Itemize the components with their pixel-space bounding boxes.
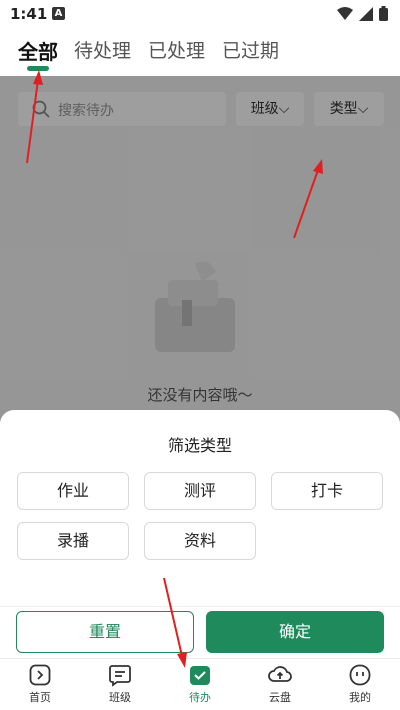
class-icon	[109, 665, 131, 687]
type-option-recording[interactable]: 录播	[17, 522, 129, 560]
bottom-navigation: 首页 班级 待办 云盘 我的	[0, 658, 400, 710]
nav-profile[interactable]: 我的	[330, 663, 390, 705]
tab-bar: 全部 待处理 已处理 已过期	[0, 28, 400, 76]
tab-pending[interactable]: 待处理	[74, 36, 131, 63]
active-tab-indicator	[27, 66, 49, 71]
tab-all[interactable]: 全部	[18, 36, 58, 65]
tab-expired[interactable]: 已过期	[222, 36, 279, 63]
nav-profile-label: 我的	[349, 691, 371, 704]
type-option-material[interactable]: 资料	[144, 522, 256, 560]
notification-icon: A	[52, 7, 65, 20]
signal-icon	[359, 6, 373, 21]
wifi-icon	[337, 6, 353, 20]
nav-cloud-label: 云盘	[269, 691, 291, 704]
sheet-divider	[0, 606, 400, 607]
nav-todo-label: 待办	[189, 691, 211, 704]
nav-home[interactable]: 首页	[10, 663, 70, 705]
tab-processed[interactable]: 已处理	[148, 36, 205, 63]
status-time: 1:41	[10, 5, 48, 23]
confirm-button[interactable]: 确定	[206, 611, 384, 653]
battery-icon	[379, 6, 388, 21]
cloud-icon	[268, 666, 292, 682]
reset-button[interactable]: 重置	[16, 611, 194, 653]
home-icon	[29, 664, 51, 686]
nav-class-label: 班级	[109, 691, 131, 704]
nav-cloud[interactable]: 云盘	[250, 663, 310, 705]
sheet-title: 筛选类型	[167, 436, 232, 455]
type-option-checkin[interactable]: 打卡	[271, 472, 383, 510]
nav-home-label: 首页	[29, 691, 51, 704]
status-bar: 1:41 A	[0, 0, 400, 28]
status-icons	[337, 6, 388, 21]
nav-class[interactable]: 班级	[90, 663, 150, 705]
type-option-assessment[interactable]: 测评	[144, 472, 256, 510]
todo-icon	[190, 666, 210, 685]
filter-type-sheet: 筛选类型 作业 测评 打卡 录播 资料 重置 确定	[0, 410, 400, 658]
nav-todo[interactable]: 待办	[170, 663, 230, 705]
profile-icon	[349, 664, 371, 686]
type-option-homework[interactable]: 作业	[17, 472, 129, 510]
